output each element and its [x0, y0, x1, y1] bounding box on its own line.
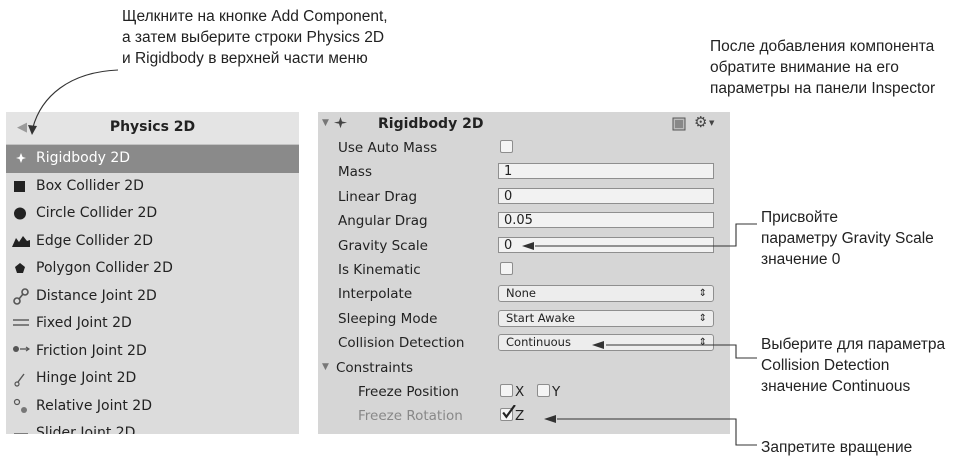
edge-collider-icon: [12, 235, 30, 247]
row-freeze-position: Freeze Position X Y: [358, 383, 561, 400]
inspector-panel: ▼ Rigidbody 2D ⚙ ▼ Use Auto Mass Mass 1 …: [318, 112, 730, 434]
freeze-position-y-checkbox[interactable]: [537, 383, 550, 397]
menu-header: ◀ Physics 2D: [6, 112, 299, 145]
arrow-gravity-scale: [735, 223, 757, 359]
menu-item-polygon-collider-2d[interactable]: Polygon Collider 2D: [6, 255, 299, 283]
menu-item-label: Box Collider 2D: [36, 177, 144, 194]
row-gravity-scale: Gravity Scale 0: [318, 234, 730, 258]
row-constraints[interactable]: ▼ Constraints: [318, 356, 730, 380]
slider-joint-icon: [14, 433, 28, 434]
angular-drag-input[interactable]: 0.05: [498, 212, 714, 229]
rigidbody-icon: [16, 153, 26, 163]
menu-item-distance-joint-2d[interactable]: Distance Joint 2D: [6, 283, 299, 311]
distance-joint-icon: [13, 287, 29, 305]
callout-freeze-rotation: Запретите вращение: [761, 439, 913, 456]
row-use-auto-mass: Use Auto Mass: [318, 136, 730, 160]
row-is-kinematic: Is Kinematic: [318, 258, 730, 282]
menu-item-label: Friction Joint 2D: [36, 342, 147, 359]
updown-arrow-icon: ⇕: [698, 288, 707, 300]
circle-collider-icon: [14, 207, 26, 220]
mass-input[interactable]: 1: [498, 163, 714, 180]
menu-item-label: Distance Joint 2D: [36, 287, 157, 304]
relative-joint-icon: [13, 398, 27, 413]
freeze-rotation-z-checkbox[interactable]: [500, 405, 516, 422]
menu-item-slider-joint-2d[interactable]: Slider Joint 2D: [6, 420, 299, 434]
callout-gravity-scale: Присвойте параметру Gravity Scale значен…: [761, 209, 934, 268]
rigidbody-icon: [333, 116, 348, 129]
interpolate-dropdown[interactable]: None ⇕: [498, 285, 714, 303]
polygon-collider-icon: [15, 263, 25, 273]
row-mass: Mass 1: [318, 160, 730, 184]
menu-item-fixed-joint-2d[interactable]: Fixed Joint 2D: [6, 310, 299, 338]
menu-item-circle-collider-2d[interactable]: Circle Collider 2D: [6, 200, 299, 228]
use-auto-mass-checkbox[interactable]: [500, 140, 513, 153]
menu-item-relative-joint-2d[interactable]: Relative Joint 2D: [6, 393, 299, 421]
freeze-position-x-label: X: [515, 383, 525, 400]
menu-item-edge-collider-2d[interactable]: Edge Collider 2D: [6, 228, 299, 256]
menu-item-label: Hinge Joint 2D: [36, 370, 137, 386]
fixed-joint-icon: [13, 319, 29, 326]
freeze-rotation-z-label: Z: [515, 408, 525, 425]
add-component-menu: ◀ Physics 2D Rigidbody 2D Box Collider 2…: [6, 112, 299, 434]
foldout-arrow-icon[interactable]: ▼: [322, 362, 329, 372]
menu-item-hinge-joint-2d[interactable]: Hinge Joint 2D: [6, 365, 299, 393]
hinge-joint-icon: [14, 373, 25, 387]
box-collider-icon: [14, 180, 25, 192]
menu-item-label: Slider Joint 2D: [36, 425, 136, 434]
updown-arrow-icon: ⇕: [698, 312, 707, 324]
is-kinematic-checkbox[interactable]: [500, 261, 513, 275]
linear-drag-input[interactable]: 0: [498, 187, 714, 204]
gear-icon[interactable]: ⚙: [694, 113, 707, 131]
menu-item-label: Fixed Joint 2D: [36, 315, 132, 331]
menu-item-label: Rigidbody 2D: [36, 150, 131, 166]
gravity-scale-input[interactable]: 0: [498, 236, 714, 253]
menu-item-label: Edge Collider 2D: [36, 232, 154, 249]
menu-item-friction-joint-2d[interactable]: Friction Joint 2D: [6, 338, 299, 366]
menu-item-label: Circle Collider 2D: [36, 205, 158, 221]
collision-detection-dropdown[interactable]: Continuous ⇕: [498, 334, 714, 352]
freeze-position-y-label: Y: [552, 383, 561, 400]
menu-title: Physics 2D: [109, 119, 196, 135]
freeze-position-x-checkbox[interactable]: [500, 383, 513, 397]
updown-arrow-icon: ⇕: [698, 337, 707, 349]
checkmark-icon: [502, 405, 516, 419]
menu-item-label: Polygon Collider 2D: [36, 260, 173, 276]
row-sleeping-mode: Sleeping Mode Start Awake ⇕: [318, 307, 730, 331]
menu-item-box-collider-2d[interactable]: Box Collider 2D: [6, 173, 299, 201]
callout-add-component: Щелкните на кнопке Add Component, а зате…: [122, 8, 388, 67]
callout-collision-detection: Выберите для параметра Collision Detecti…: [761, 336, 946, 395]
menu-item-rigidbody-2d[interactable]: Rigidbody 2D: [6, 145, 299, 173]
row-freeze-rotation: Freeze Rotation Z: [318, 404, 730, 428]
row-collision-detection: Collision Detection Continuous ⇕: [318, 331, 730, 355]
foldout-arrow-icon[interactable]: ▼: [322, 118, 329, 128]
book-icon[interactable]: [672, 117, 686, 131]
menu-item-label: Relative Joint 2D: [36, 397, 152, 414]
component-title: Rigidbody 2D: [378, 116, 484, 132]
component-header: ▼ Rigidbody 2D ⚙ ▼: [318, 112, 730, 136]
row-linear-drag: Linear Drag 0: [318, 185, 730, 209]
row-angular-drag: Angular Drag 0.05: [318, 209, 730, 233]
sleeping-mode-dropdown[interactable]: Start Awake ⇕: [498, 309, 714, 327]
row-interpolate: Interpolate None ⇕: [318, 282, 730, 306]
friction-joint-icon: [13, 345, 30, 352]
dropdown-caret-icon: ▼: [709, 119, 715, 127]
callout-inspector: После добавления компонента обратите вни…: [710, 38, 936, 97]
